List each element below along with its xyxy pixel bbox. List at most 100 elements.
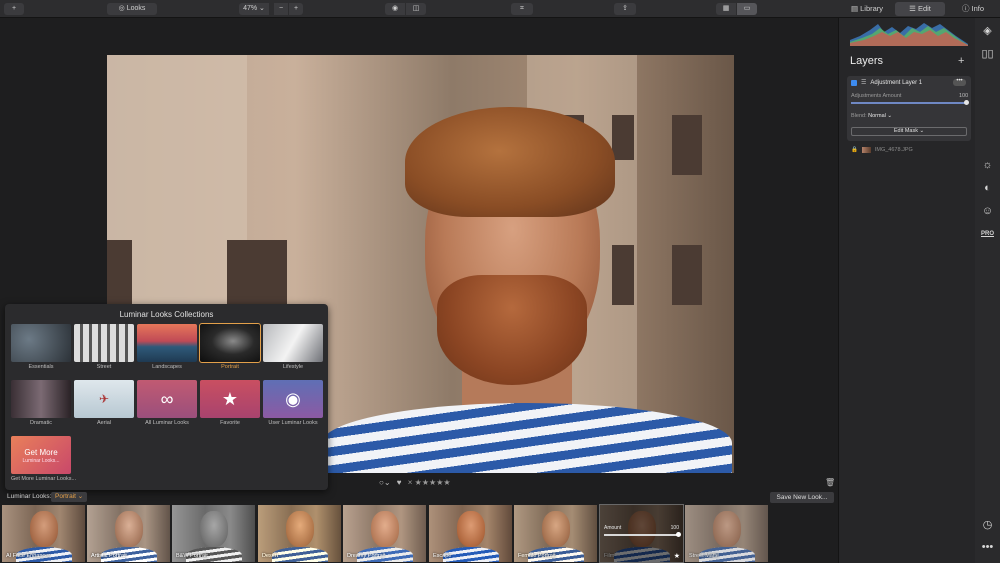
window [672, 245, 702, 305]
pro-icon[interactable]: PRO [980, 227, 995, 242]
layer-thumbnail [861, 147, 871, 153]
blend-mode[interactable]: Blend: Normal ⌄ [851, 113, 892, 119]
edit-mask-button[interactable]: Edit Mask ⌄ [851, 127, 967, 136]
history-icon[interactable]: ◷ [980, 518, 995, 533]
collection-all-looks[interactable]: ∞ All Luminar Looks [137, 380, 197, 426]
look-thumbnail[interactable]: Street Matte [685, 505, 768, 562]
more-icon[interactable]: ••• [980, 540, 995, 555]
collection-thumb [11, 324, 71, 362]
hair [405, 107, 615, 217]
collection-landscapes[interactable]: Landscapes [137, 324, 197, 370]
tab-info[interactable]: ⓘ Info [948, 2, 998, 16]
canvas-icon[interactable]: ▯▯ [980, 47, 995, 62]
layers-title: Layers [850, 55, 884, 67]
luminar-looks-bar: Luminar Looks: Portrait ⌄ [0, 490, 838, 504]
adjustment-layer-card[interactable]: ☰ Adjustment Layer 1 ••• Adjustments Amo… [847, 76, 971, 141]
look-thumbnail[interactable]: Escape [429, 505, 512, 562]
collection-thumb: ★ [200, 380, 260, 418]
amount-track [604, 532, 681, 537]
amount-slider[interactable]: Amount 100 [604, 525, 681, 537]
star-icon: ★ [221, 388, 239, 409]
layout-controls: ▦ ▭ [716, 3, 757, 15]
adjustments-amount-slider[interactable] [851, 100, 969, 105]
sun-icon[interactable]: ☼ [980, 158, 995, 173]
layer-more-button[interactable]: ••• [953, 78, 966, 86]
save-new-look-button[interactable]: Save New Look... [770, 492, 834, 503]
film-amount-overlay: Amount 100 ★ [600, 505, 683, 562]
eye-icon[interactable]: ◉ [385, 3, 405, 15]
face [286, 511, 314, 547]
palette-icon[interactable]: ◐ [980, 181, 995, 196]
collection-thumb: ∞ [137, 380, 197, 418]
collection-user-looks[interactable]: ◉ User Luminar Looks [263, 380, 323, 426]
look-thumbnail[interactable]: Desert [258, 505, 341, 562]
add-layer-button[interactable]: + [958, 55, 964, 67]
face-icon[interactable]: ☺ [980, 204, 995, 219]
collection-aerial[interactable]: ✈ Aerial [74, 380, 134, 426]
tool-rail: ◈ ▯▯ ☼ ◐ ☺ PRO ◷ ••• [975, 18, 1000, 563]
collection-thumb [74, 324, 134, 362]
look-thumbnail[interactable]: B&W Portrait [172, 505, 255, 562]
slider-knob[interactable] [964, 100, 969, 105]
face [200, 511, 228, 547]
collection-essentials[interactable]: Essentials [11, 324, 71, 370]
tab-edit[interactable]: ☰ Edit [895, 2, 945, 16]
grid-view-icon[interactable]: ▦ [716, 3, 736, 15]
collection-dramatic[interactable]: Dramatic [11, 380, 71, 426]
single-view-icon[interactable]: ▭ [737, 3, 757, 15]
look-thumbnail[interactable]: Female Portrait [514, 505, 597, 562]
reject-icon[interactable]: × [408, 478, 413, 487]
looks-filmstrip: AI Face Enhancer Artistic Portrait B&W P… [0, 504, 838, 563]
share-icon[interactable]: ⇪ [614, 3, 636, 15]
view-controls: ◉ ◫ [385, 3, 426, 15]
collection-lifestyle[interactable]: Lifestyle [263, 324, 323, 370]
favorite-star-icon[interactable]: ★ [674, 552, 680, 560]
heart-icon[interactable]: ♥ [397, 478, 402, 487]
popup-title: Luminar Looks Collections [119, 310, 214, 319]
looks-button[interactable]: ◎ Looks [107, 3, 157, 15]
amount-knob[interactable] [676, 532, 681, 537]
face [30, 511, 58, 547]
striped-shirt [322, 403, 732, 473]
tab-library[interactable]: ▤ Library [842, 2, 892, 16]
collection-thumb [11, 380, 71, 418]
window [672, 115, 702, 175]
user-icon: ◉ [285, 388, 301, 409]
looks-icon: ◎ [118, 5, 127, 12]
add-button[interactable]: + [4, 3, 24, 15]
sliders-icon: ☰ [909, 4, 918, 13]
zoom-dropdown[interactable]: 47% ⌄ [239, 3, 269, 15]
looks-bar-label: Luminar Looks: [7, 493, 52, 500]
get-more-title: Get More [24, 448, 58, 457]
shirt [272, 547, 328, 562]
get-more-subtitle: Luminar Looks... [22, 458, 60, 464]
layer-visibility-checkbox[interactable] [851, 79, 857, 86]
zoom-in-button[interactable]: + [289, 3, 303, 15]
get-more-looks[interactable]: Get More Luminar Looks... Get More Lumin… [11, 436, 76, 482]
top-toolbar: + ◎ Looks 47% ⌄ − + ◉ ◫ ⌗ ⇪ ▦ ▭ ▤ Librar… [0, 0, 1000, 18]
collection-favorite[interactable]: ★ Favorite [200, 380, 260, 426]
histogram [850, 23, 968, 46]
collection-street[interactable]: Street [74, 324, 134, 370]
face [371, 511, 399, 547]
look-thumbnail[interactable]: AI Face Enhancer [2, 505, 85, 562]
layers-icon[interactable]: ◈ [980, 24, 995, 39]
collection-thumb: ✈ [74, 380, 134, 418]
drone-icon: ✈ [98, 392, 110, 406]
collection-portrait[interactable]: Portrait [199, 323, 261, 370]
base-image-layer[interactable]: 🔒 IMG_4678.JPG [851, 147, 913, 153]
looks-category-dropdown[interactable]: Portrait ⌄ [51, 492, 88, 502]
look-thumbnail[interactable]: Dreamy Portrait [343, 505, 426, 562]
infinity-icon: ∞ [160, 388, 174, 409]
rating-bar: ○⌄ ♥ × ★★★★★ [379, 478, 451, 487]
star-rating[interactable]: ★★★★★ [415, 478, 451, 487]
compare-icon[interactable]: ◫ [406, 3, 426, 15]
crop-icon[interactable]: ⌗ [511, 3, 533, 15]
color-label-icon[interactable]: ○⌄ [379, 478, 391, 487]
zoom-out-button[interactable]: − [274, 3, 288, 15]
window [612, 115, 634, 160]
adjustment-sliders-icon: ☰ [861, 80, 867, 86]
look-thumbnail[interactable]: Artistic Portrait [87, 505, 170, 562]
shirt [443, 547, 499, 562]
trash-icon[interactable]: 🗑 [825, 478, 835, 487]
